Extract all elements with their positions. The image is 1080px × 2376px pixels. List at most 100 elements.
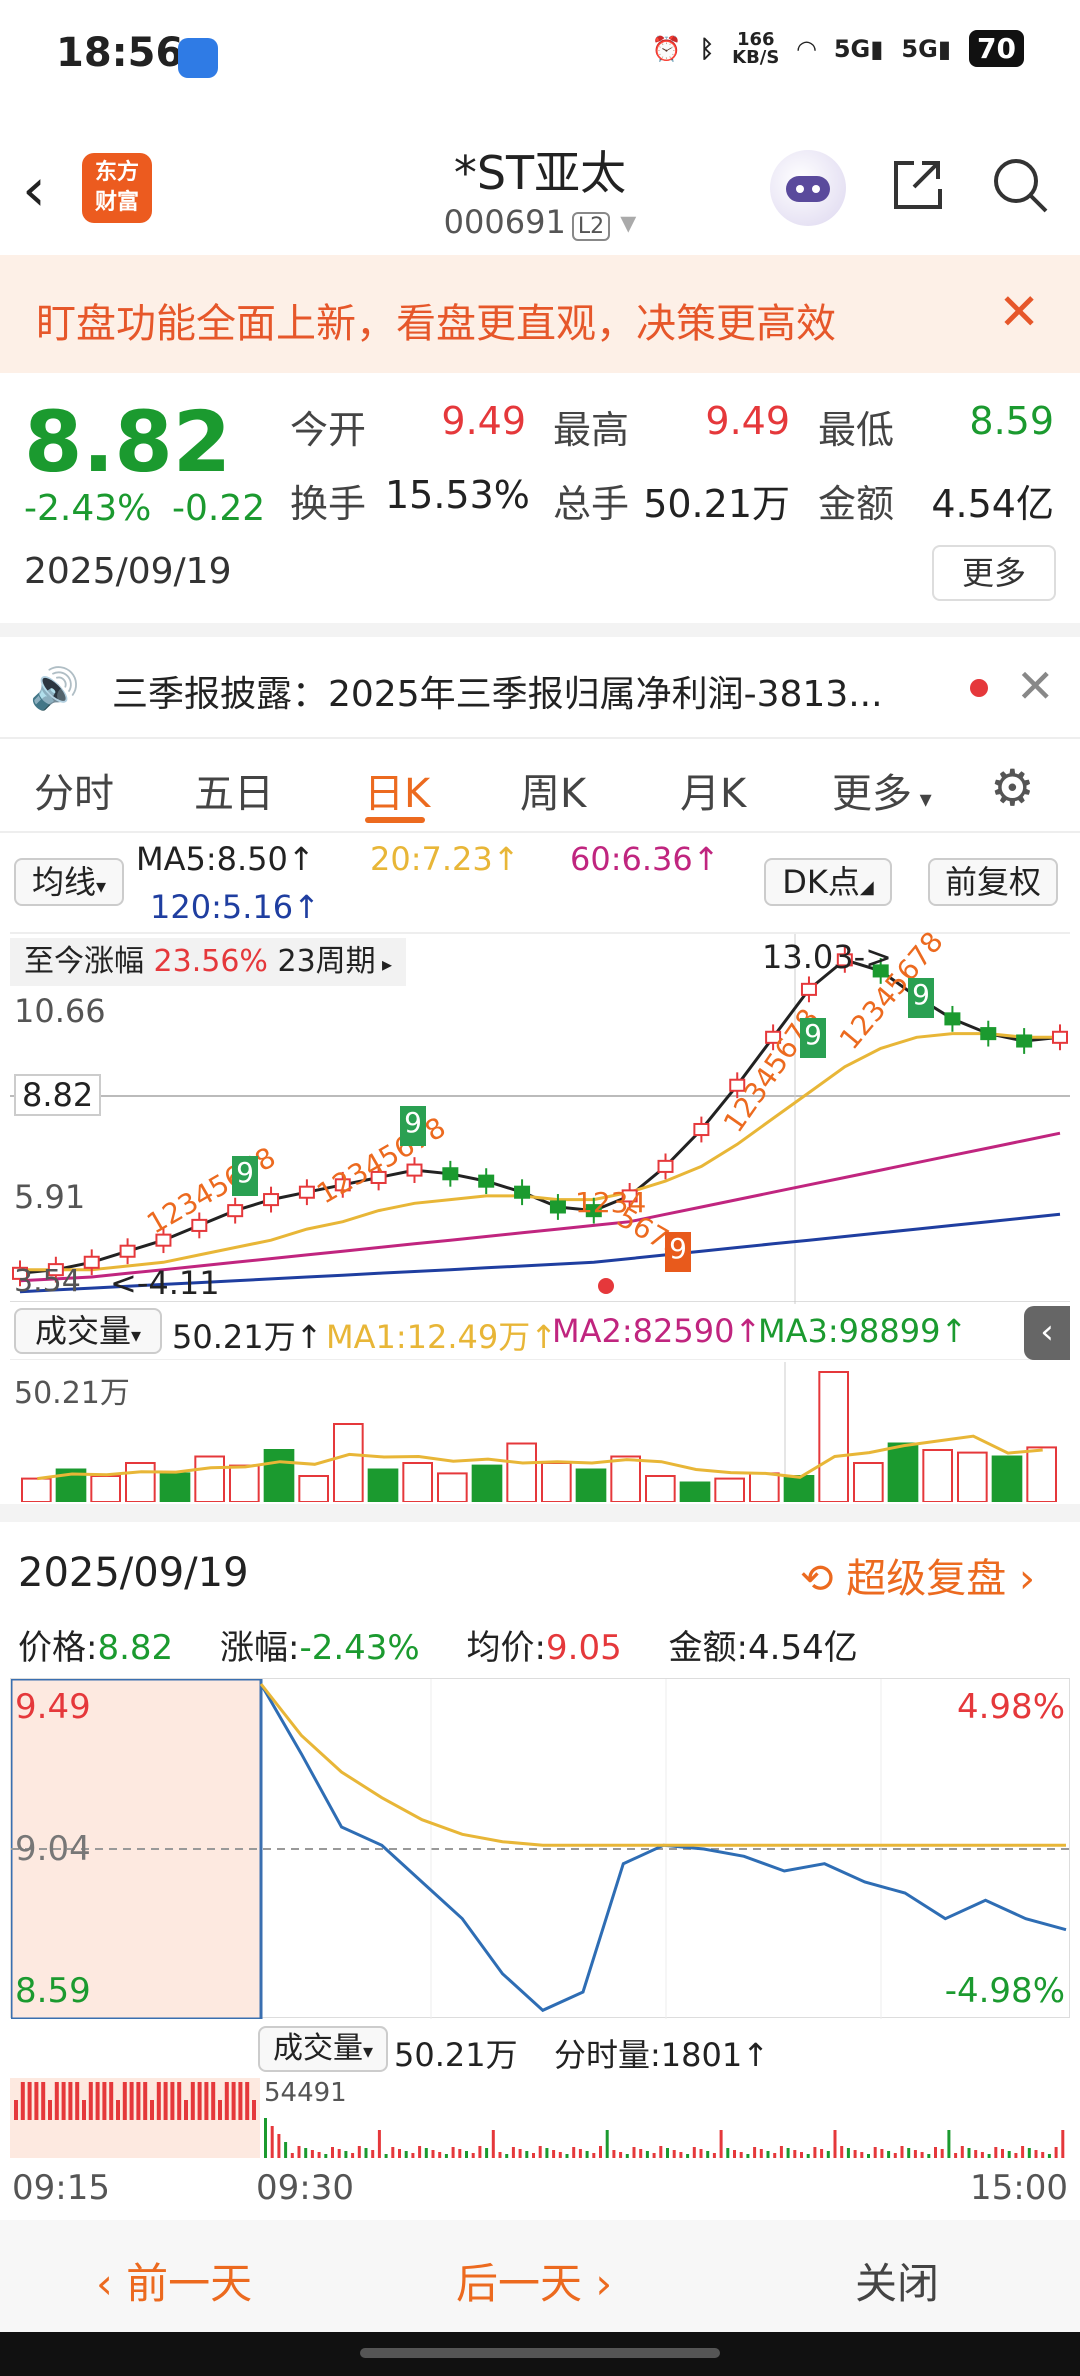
intraday-volume-bar bbox=[585, 2151, 589, 2158]
intraday-volume-selector[interactable]: 成交量▾ bbox=[258, 2026, 388, 2072]
tab-more[interactable]: 更多 ▾ bbox=[832, 761, 932, 819]
indicator-selector[interactable]: 均线▾ bbox=[14, 858, 124, 906]
price-label: 价格: bbox=[18, 1628, 98, 1668]
auction-volume-bar bbox=[88, 2082, 93, 2120]
search-icon[interactable] bbox=[990, 155, 1050, 215]
dk-point-selector[interactable]: DK点◢ bbox=[764, 858, 892, 906]
intraday-volume-bar bbox=[840, 2146, 844, 2158]
caret-corner-icon: ◢ bbox=[859, 877, 874, 898]
home-indicator[interactable] bbox=[360, 2348, 720, 2358]
volume-bar bbox=[125, 1462, 156, 1503]
close-button[interactable]: 关闭 bbox=[855, 2250, 939, 2311]
intraday-volume-bar bbox=[565, 2154, 569, 2158]
intraday-volume-bar bbox=[934, 2147, 937, 2158]
amt-value: 4.54亿 bbox=[748, 1628, 858, 1668]
auction-volume-bar bbox=[95, 2082, 100, 2120]
tab-daily-k[interactable]: 日K bbox=[364, 761, 430, 819]
super-replay-label: 超级复盘 bbox=[846, 1556, 1007, 1602]
volume-value: 50.21万 bbox=[643, 482, 790, 526]
y-axis-top: 10.66 bbox=[14, 992, 106, 1030]
auction-volume-bar bbox=[156, 2082, 161, 2120]
vol-ma2: MA2:82590↑ bbox=[552, 1312, 762, 1350]
intraday-volume-bar bbox=[967, 2148, 971, 2158]
price-line bbox=[259, 1683, 1067, 2013]
footer-bar: ‹ 前一天 后一天 › 关闭 bbox=[0, 2220, 1080, 2332]
vol-ma3: MA3:98899↑ bbox=[758, 1312, 968, 1350]
intraday-volume-chart[interactable]: 54491 bbox=[10, 2078, 1070, 2158]
volume-bar bbox=[194, 1455, 225, 1503]
high-label: 最高 bbox=[553, 408, 630, 452]
intraday-chart[interactable]: 9.49 9.04 8.59 4.98% -4.98% bbox=[9, 1677, 1071, 2021]
intraday-volume-bar bbox=[545, 2148, 549, 2158]
prev-day-button[interactable]: ‹ 前一天 bbox=[96, 2250, 252, 2311]
current-price: 8.82 bbox=[24, 393, 232, 491]
super-replay-link[interactable]: ⟲ 超级复盘 › bbox=[800, 1546, 1035, 1604]
low-label: 最低 bbox=[818, 408, 895, 452]
intraday-volume-bar bbox=[431, 2150, 435, 2158]
close-icon[interactable]: ✕ bbox=[1016, 659, 1055, 713]
signal-5g-icon-2: 5G▮ bbox=[901, 34, 952, 63]
close-icon[interactable]: ✕ bbox=[998, 283, 1040, 341]
battery-icon: 70 bbox=[969, 30, 1024, 67]
volume-bar bbox=[263, 1449, 295, 1503]
intraday-volume-bar bbox=[357, 2146, 361, 2158]
tab-five-day[interactable]: 五日 bbox=[194, 761, 274, 819]
volume-chart[interactable]: 50.21万 bbox=[10, 1362, 1070, 1504]
range-stats[interactable]: 至今涨幅 23.56% 23周期 ▸ bbox=[10, 938, 407, 986]
intraday-volume-bar bbox=[1027, 2148, 1031, 2158]
more-button[interactable]: 更多 bbox=[932, 545, 1056, 601]
next-day-button[interactable]: 后一天 › bbox=[456, 2250, 612, 2311]
auction-volume-bar bbox=[197, 2082, 202, 2120]
intraday-pct-low: -4.98% bbox=[944, 1971, 1065, 2011]
share-icon[interactable] bbox=[888, 155, 946, 213]
tab-monthly-k[interactable]: 月K bbox=[680, 761, 746, 819]
tab-weekly-k[interactable]: 周K bbox=[520, 761, 586, 819]
auction-volume-bar bbox=[129, 2082, 134, 2120]
intraday-volume-bar bbox=[605, 2130, 609, 2158]
news-text[interactable]: 三季报披露：2025年三季报归属净利润-3813... bbox=[112, 665, 932, 717]
intraday-volume-bar bbox=[438, 2152, 442, 2158]
candle-body bbox=[514, 1185, 531, 1199]
header: ‹ 东方 财富 *ST亚太 000691 L2 ▾ bbox=[0, 115, 1080, 255]
detail-stats: 价格:8.82 涨幅:-2.43% 均价:9.05 金额:4.54亿 bbox=[18, 1620, 858, 1669]
indicator-label: 均线 bbox=[31, 863, 96, 901]
auction-volume-bar bbox=[252, 2100, 256, 2120]
feature-banner[interactable]: 盯盘功能全面上新，看盘更直观，决策更高效 ✕ bbox=[0, 255, 1080, 373]
chevron-right-icon: › bbox=[1006, 1556, 1035, 1602]
intraday-volume-bar bbox=[518, 2149, 522, 2158]
intraday-volume-bar bbox=[511, 2147, 515, 2158]
ma20-legend: 20:7.23↑ bbox=[370, 840, 520, 878]
kline-chart[interactable]: 至今涨幅 23.56% 23周期 ▸ 13.03-> 10.66 8.82 5.… bbox=[10, 925, 1070, 1304]
intraday-volume-bar bbox=[458, 2149, 462, 2158]
intraday-volume-bar bbox=[371, 2150, 375, 2158]
intraday-volume-bar bbox=[264, 2118, 267, 2158]
high-marker: 13.03-> bbox=[762, 938, 892, 976]
tab-intraday[interactable]: 分时 bbox=[34, 761, 114, 819]
collapse-arrow-icon[interactable]: ‹ bbox=[1024, 1306, 1070, 1360]
system-icons: ⏰ ᛒ 166 KB/S ◠ 5G▮ 5G▮ 70 bbox=[652, 30, 1024, 67]
volume-indicator-selector[interactable]: 成交量▾ bbox=[14, 1308, 162, 1354]
auction-volume-bar bbox=[184, 2100, 188, 2120]
adjust-selector[interactable]: 前复权 bbox=[928, 858, 1058, 906]
intraday-volume-total: 50.21万 bbox=[394, 2036, 518, 2074]
caret-down-icon: ▾ bbox=[912, 785, 932, 813]
intraday-volume-bar bbox=[733, 2150, 736, 2158]
volume-bar bbox=[506, 1442, 538, 1503]
auction-volume-bar bbox=[54, 2082, 59, 2120]
divider bbox=[0, 623, 1080, 637]
turnover-label: 换手 bbox=[290, 482, 367, 526]
intraday-pct-high: 4.98% bbox=[956, 1687, 1065, 1727]
high-value: 9.49 bbox=[705, 399, 790, 443]
amount-label: 金额 bbox=[818, 482, 895, 526]
intraday-volume-bar bbox=[920, 2152, 924, 2158]
candle-body bbox=[800, 982, 817, 996]
notification-app-icon bbox=[178, 38, 218, 78]
news-ticker[interactable]: 🔊 三季报披露：2025年三季报归属净利润-3813... ✕ bbox=[0, 637, 1080, 737]
volume-value: 50.21万↑ bbox=[172, 1318, 323, 1356]
td-nine-marker: 9 bbox=[232, 1156, 258, 1196]
banner-text: 盯盘功能全面上新，看盘更直观，决策更高效 bbox=[36, 301, 836, 347]
volume-bar bbox=[679, 1481, 711, 1503]
gear-icon[interactable]: ⚙ bbox=[990, 759, 1035, 817]
intraday-svg bbox=[9, 1677, 1071, 2021]
ai-assistant-icon[interactable] bbox=[770, 150, 846, 226]
